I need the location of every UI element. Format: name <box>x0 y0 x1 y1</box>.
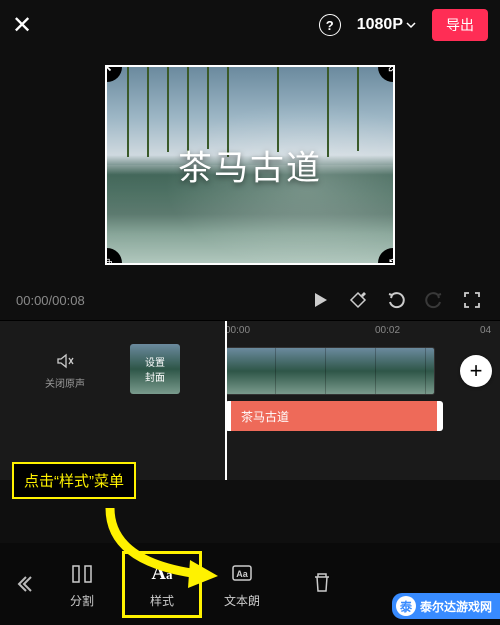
playhead[interactable] <box>225 321 227 480</box>
decorative-image <box>127 65 129 157</box>
tutorial-arrow <box>90 502 230 592</box>
preview-area: 茶马古道 <box>0 50 500 280</box>
text-clip-label: 茶马古道 <box>241 408 289 425</box>
tool-delete[interactable] <box>282 562 362 606</box>
tts-icon: Aa <box>229 560 255 588</box>
header: ✕ ? 1080P 导出 <box>0 0 500 50</box>
rotate-handle[interactable] <box>378 248 395 265</box>
playbar: 00:00/00:08 <box>0 280 500 320</box>
resolution-select[interactable]: 1080P <box>357 16 416 34</box>
help-icon[interactable]: ? <box>319 14 341 36</box>
play-icon[interactable] <box>308 288 332 312</box>
watermark-badge: 泰 泰尔达游戏网 <box>392 593 500 619</box>
watermark-text: 泰尔达游戏网 <box>420 598 492 615</box>
keyframe-icon[interactable] <box>346 288 370 312</box>
mute-label: 关闭原声 <box>0 375 130 390</box>
tutorial-hint: 点击“样式”菜单 <box>12 462 136 499</box>
text-clip[interactable]: 茶马古道 <box>225 401 443 431</box>
mute-icon[interactable] <box>53 349 77 373</box>
timeline[interactable]: 00:00 00:02 04 关闭原声 设置 封面 + 茶马古道 <box>0 320 500 480</box>
add-clip-button[interactable]: + <box>460 355 492 387</box>
edit-handle[interactable] <box>378 65 395 82</box>
watermark-logo-icon: 泰 <box>396 596 416 616</box>
close-icon[interactable]: ✕ <box>12 11 32 40</box>
set-cover-button[interactable]: 设置 封面 <box>130 344 180 394</box>
fullscreen-icon[interactable] <box>460 288 484 312</box>
copy-handle[interactable] <box>105 248 122 265</box>
undo-icon[interactable] <box>384 288 408 312</box>
text-overlay-frame[interactable]: 茶马古道 <box>105 65 395 265</box>
redo-icon[interactable] <box>422 288 446 312</box>
export-button[interactable]: 导出 <box>432 9 488 41</box>
trash-icon <box>310 568 334 596</box>
back-chevron-icon[interactable] <box>6 559 42 609</box>
title-text[interactable]: 茶马古道 <box>178 141 322 190</box>
tool-style-label: 样式 <box>150 592 174 609</box>
svg-text:Aa: Aa <box>236 569 248 579</box>
time-display: 00:00/00:08 <box>16 293 85 308</box>
resolution-label: 1080P <box>357 16 403 34</box>
delete-handle[interactable] <box>105 65 122 82</box>
time-ruler: 00:00 00:02 04 <box>0 321 500 343</box>
tool-tts-label: 文本朗 <box>224 592 260 609</box>
video-clip[interactable] <box>225 347 435 395</box>
tool-split-label: 分割 <box>70 592 94 609</box>
chevron-down-icon <box>406 20 416 30</box>
